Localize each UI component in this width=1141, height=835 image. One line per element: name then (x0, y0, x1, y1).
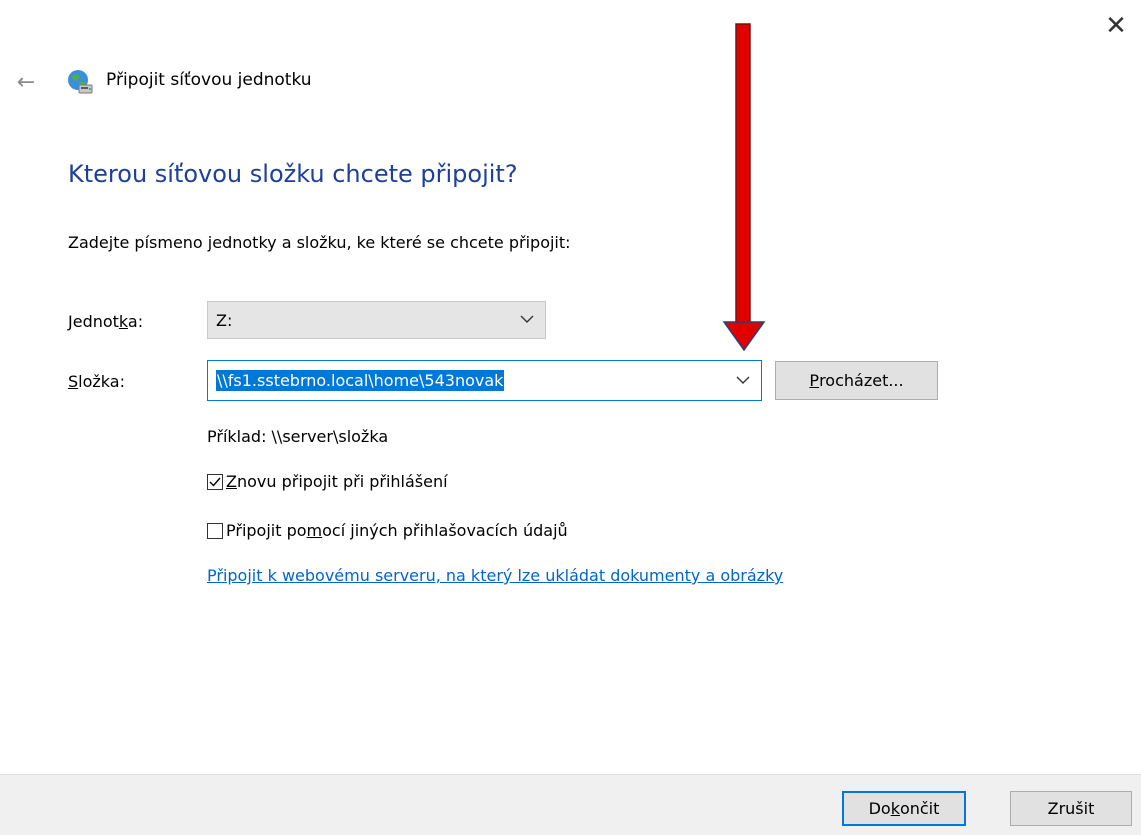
back-button[interactable]: ← (6, 64, 46, 100)
drive-letter-value: Z: (216, 310, 233, 330)
close-button[interactable]: ✕ (1092, 4, 1140, 48)
network-drive-icon (68, 70, 93, 94)
folder-path-combobox[interactable]: \\fs1.sstebrno.local\home\543novak (207, 360, 762, 401)
chevron-down-icon[interactable] (735, 372, 751, 388)
web-server-link[interactable]: Připojit k webovému serveru, na který lz… (207, 566, 783, 585)
cancel-button[interactable]: Zrušit (1010, 791, 1132, 826)
footer-bar (0, 774, 1141, 835)
folder-path-input[interactable]: \\fs1.sstebrno.local\home\543novak (216, 370, 505, 391)
other-credentials-checkbox[interactable] (207, 522, 223, 539)
instruction-text: Zadejte písmeno jednotky a složku, ke kt… (68, 233, 571, 252)
example-text: Příklad: \\server\složka (207, 427, 389, 446)
drive-letter-select[interactable]: Z: (207, 301, 546, 339)
checkmark-icon (209, 477, 221, 487)
chevron-down-icon (520, 315, 534, 323)
reconnect-option[interactable]: Znovu připojit při přihlášení (207, 472, 448, 491)
reconnect-checkbox[interactable] (207, 473, 223, 490)
red-arrow-annotation (722, 23, 766, 352)
browse-button[interactable]: Procházet... (775, 361, 938, 400)
finish-button[interactable]: Do k ončit (842, 791, 966, 826)
close-icon: ✕ (1105, 11, 1127, 41)
credentials-option[interactable]: Připojit pomocí jiných přihlašovacích úd… (207, 521, 568, 540)
page-heading: Kterou síťovou složku chcete připojit? (68, 160, 518, 188)
window-title: Připojit síťovou jednotku (106, 70, 312, 90)
reconnect-label: Znovu připojit při přihlášení (226, 472, 448, 491)
back-arrow-icon: ← (16, 69, 36, 95)
folder-label: Složka: (68, 372, 125, 391)
other-credentials-label: Připojit pomocí jiných přihlašovacích úd… (226, 521, 568, 540)
drive-label: Jednotka: (68, 312, 144, 331)
